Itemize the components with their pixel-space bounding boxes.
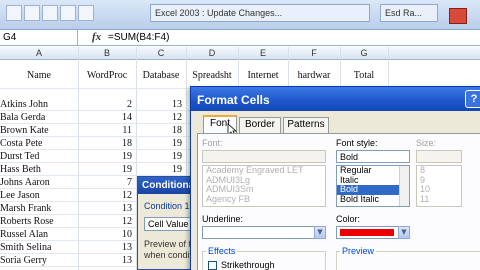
- font-list-item[interactable]: Agency FB: [203, 194, 325, 205]
- preview-label: Preview: [340, 246, 377, 256]
- font-input[interactable]: [202, 150, 326, 163]
- column-header-f[interactable]: F: [288, 48, 340, 58]
- value-cell[interactable]: 18: [78, 138, 132, 149]
- value-cell[interactable]: 13: [78, 242, 132, 253]
- size-list[interactable]: 8 9 10 11: [416, 165, 462, 207]
- value-cell[interactable]: 7: [78, 177, 132, 188]
- font-label: Font:: [202, 138, 223, 148]
- value-cell[interactable]: 13: [136, 99, 182, 110]
- size-input[interactable]: [416, 150, 462, 163]
- chevron-down-icon[interactable]: ▼: [314, 226, 326, 239]
- size-label: Size:: [416, 138, 437, 148]
- toolbar-button[interactable]: [78, 5, 94, 21]
- color-label: Color:: [336, 214, 361, 224]
- dialog-title: Format Cells: [191, 87, 480, 111]
- name-cell[interactable]: Brown Kate: [0, 125, 49, 136]
- toolbar-subtitle-field[interactable]: Esd Ra...: [380, 4, 438, 22]
- help-button[interactable]: ?: [465, 90, 480, 108]
- underline-select[interactable]: [202, 226, 326, 239]
- tab-border[interactable]: Border: [239, 117, 281, 133]
- name-cell[interactable]: Costa Pete: [0, 138, 43, 149]
- header-cell[interactable]: Internet: [238, 70, 288, 81]
- column-header-row: A B C D E F G: [0, 47, 480, 60]
- name-box[interactable]: G4: [0, 30, 78, 46]
- header-cell[interactable]: hardwar: [288, 70, 340, 81]
- value-cell[interactable]: 2: [78, 99, 132, 110]
- header-cell[interactable]: Total: [340, 70, 388, 81]
- value-cell[interactable]: 13: [78, 255, 132, 266]
- close-icon[interactable]: [449, 8, 467, 24]
- column-header-d[interactable]: D: [186, 48, 238, 58]
- scrollbar[interactable]: [399, 166, 409, 206]
- toolbar-button[interactable]: [42, 5, 58, 21]
- condition-group-label: Condition 1: [144, 201, 190, 211]
- conditional-formatting-dialog: Conditional Formatting Condition 1 Cell …: [137, 176, 241, 270]
- format-cells-dialog: Format Cells ? Font Border Patterns Font…: [190, 86, 480, 270]
- dialog-title: Conditional Formatting: [138, 177, 196, 194]
- toolbar: Excel 2003 : Update Changes... Esd Ra...: [0, 0, 480, 30]
- header-cell[interactable]: Name: [0, 70, 78, 81]
- toolbar-search-field[interactable]: Excel 2003 : Update Changes...: [150, 4, 370, 22]
- toolbar-button[interactable]: [24, 5, 40, 21]
- name-cell[interactable]: Russel Alan: [0, 229, 48, 240]
- name-cell[interactable]: Marsh Frank: [0, 203, 51, 214]
- value-cell[interactable]: 12: [78, 216, 132, 227]
- column-header-c[interactable]: C: [136, 48, 186, 58]
- name-cell[interactable]: Bala Gerda: [0, 112, 45, 123]
- value-cell[interactable]: 19: [78, 151, 132, 162]
- tab-patterns[interactable]: Patterns: [283, 117, 329, 133]
- value-cell[interactable]: 12: [136, 112, 182, 123]
- column-header-a[interactable]: A: [0, 48, 78, 58]
- name-cell[interactable]: Roberts Rose: [0, 216, 54, 227]
- header-cell[interactable]: Spreadsht: [186, 70, 238, 81]
- name-cell[interactable]: Hass Beth: [0, 164, 41, 175]
- fx-icon[interactable]: fx: [92, 31, 101, 43]
- font-tab-panel: Font: Academy Engraved LET ADMUI3Lg ADMU…: [197, 133, 480, 270]
- name-cell[interactable]: Soria Gerry: [0, 255, 47, 266]
- value-cell[interactable]: 19: [136, 164, 182, 175]
- value-cell[interactable]: 19: [136, 138, 182, 149]
- header-cell[interactable]: WordProc: [78, 70, 136, 81]
- name-cell[interactable]: Smith Selina: [0, 242, 51, 253]
- value-cell[interactable]: 19: [78, 164, 132, 175]
- color-swatch: [340, 229, 394, 236]
- toolbar-button[interactable]: [6, 5, 22, 21]
- formula-bar: G4 fx =SUM(B4:F4): [0, 30, 480, 46]
- header-cell[interactable]: Database: [136, 70, 186, 81]
- name-cell[interactable]: Atkins John: [0, 99, 48, 110]
- underline-label: Underline:: [202, 214, 244, 224]
- toolbar-button[interactable]: [60, 5, 76, 21]
- header-row: Name WordProc Database Spreadsht Interne…: [0, 61, 480, 89]
- value-cell[interactable]: 10: [78, 229, 132, 240]
- column-header-g[interactable]: G: [340, 48, 388, 58]
- formula-input[interactable]: =SUM(B4:F4): [108, 32, 169, 43]
- value-cell[interactable]: 14: [78, 112, 132, 123]
- name-cell[interactable]: Lee Jason: [0, 190, 40, 201]
- name-cell[interactable]: Durst Ted: [0, 151, 39, 162]
- font-style-list[interactable]: Regular Italic Bold Bold Italic: [336, 165, 410, 207]
- font-style-input[interactable]: Bold: [336, 150, 410, 163]
- effects-label: Effects: [206, 246, 238, 256]
- column-header-e[interactable]: E: [238, 48, 288, 58]
- value-cell[interactable]: 13: [78, 203, 132, 214]
- name-cell[interactable]: Johns Aaron: [0, 177, 50, 188]
- font-list[interactable]: Academy Engraved LET ADMUI3Lg ADMUI3Sm A…: [202, 165, 326, 207]
- strikethrough-checkbox[interactable]: [208, 261, 217, 270]
- value-cell[interactable]: 19: [136, 151, 182, 162]
- chevron-down-icon[interactable]: ▼: [398, 226, 410, 239]
- value-cell[interactable]: 18: [136, 125, 182, 136]
- value-cell[interactable]: 11: [78, 125, 132, 136]
- column-header-b[interactable]: B: [78, 48, 136, 58]
- value-cell[interactable]: 12: [78, 190, 132, 201]
- strikethrough-label: Strikethrough: [221, 260, 275, 270]
- font-style-label: Font style:: [336, 138, 378, 148]
- size-list-item[interactable]: 11: [417, 194, 461, 205]
